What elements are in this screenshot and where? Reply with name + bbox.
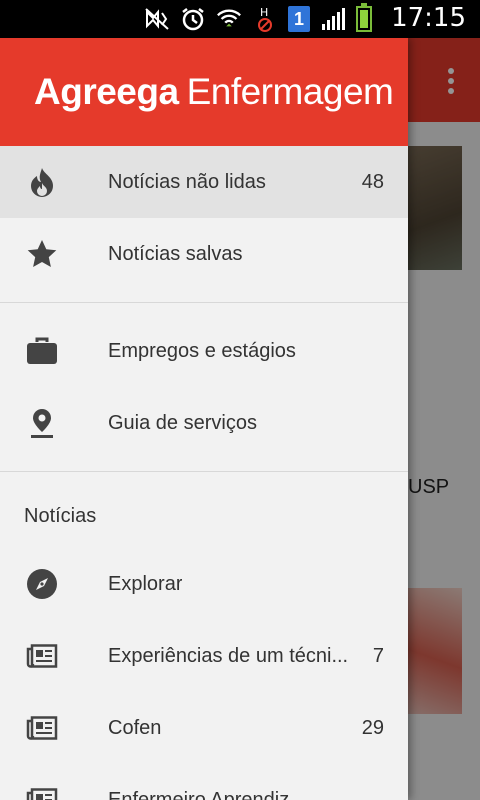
status-bar: H 1 17:15 <box>0 0 480 38</box>
alarm-icon <box>180 6 206 32</box>
drawer-item-jobs[interactable]: Empregos e estágios <box>0 315 408 387</box>
map-pin-icon <box>26 408 58 438</box>
briefcase-icon <box>26 336 58 366</box>
flame-icon <box>26 167 58 197</box>
sim-icon: 1 <box>288 6 310 32</box>
navigation-drawer: Agreega Enfermagem Notícias não lidas 48 … <box>0 38 408 800</box>
drawer-header: Agreega Enfermagem <box>0 38 408 146</box>
drawer-item-services-guide[interactable]: Guia de serviços <box>0 387 408 459</box>
status-clock: 17:15 <box>391 3 466 33</box>
newspaper-icon <box>26 785 58 800</box>
drawer-item-label: Notícias não lidas <box>108 170 266 193</box>
svg-text:H: H <box>260 6 268 19</box>
divider <box>0 471 408 472</box>
drawer-item-saved-news[interactable]: Notícias salvas <box>0 218 408 290</box>
app-logo: Agreega Enfermagem <box>34 71 394 113</box>
compass-icon <box>26 569 58 599</box>
unread-count: 48 <box>361 170 384 193</box>
drawer-item-label: Enfermeiro Aprendiz <box>108 788 290 800</box>
drawer-item-label: Experiências de um técni... <box>108 644 349 667</box>
unread-count: 29 <box>361 716 384 739</box>
section-title-news: Notícias <box>24 504 97 527</box>
drawer-item-feed[interactable]: Cofen 29 <box>0 692 408 764</box>
battery-icon <box>356 3 372 32</box>
drawer-item-label: Explorar <box>108 572 183 595</box>
wifi-icon <box>216 6 242 32</box>
brand-light: Enfermagem <box>186 71 394 112</box>
drawer-item-unread-news[interactable]: Notícias não lidas 48 <box>0 146 408 218</box>
divider <box>0 302 408 303</box>
newspaper-icon <box>26 713 58 743</box>
drawer-item-feed[interactable]: Enfermeiro Aprendiz <box>0 764 408 800</box>
newspaper-icon <box>26 641 58 671</box>
unread-count: 7 <box>372 644 384 667</box>
drawer-item-label: Guia de serviços <box>108 411 257 434</box>
status-icons: H 1 <box>144 3 372 34</box>
brand-bold: Agreega <box>34 71 179 112</box>
star-icon <box>26 239 58 269</box>
drawer-item-label: Notícias salvas <box>108 242 243 265</box>
drawer-item-label: Empregos e estágios <box>108 339 296 362</box>
signal-icon <box>320 6 346 32</box>
drawer-item-feed[interactable]: Experiências de um técni... 7 <box>0 620 408 692</box>
mute-icon <box>144 6 170 32</box>
drawer-item-label: Cofen <box>108 716 162 739</box>
hd-icon: H <box>252 6 278 32</box>
drawer-item-explore[interactable]: Explorar <box>0 548 408 620</box>
